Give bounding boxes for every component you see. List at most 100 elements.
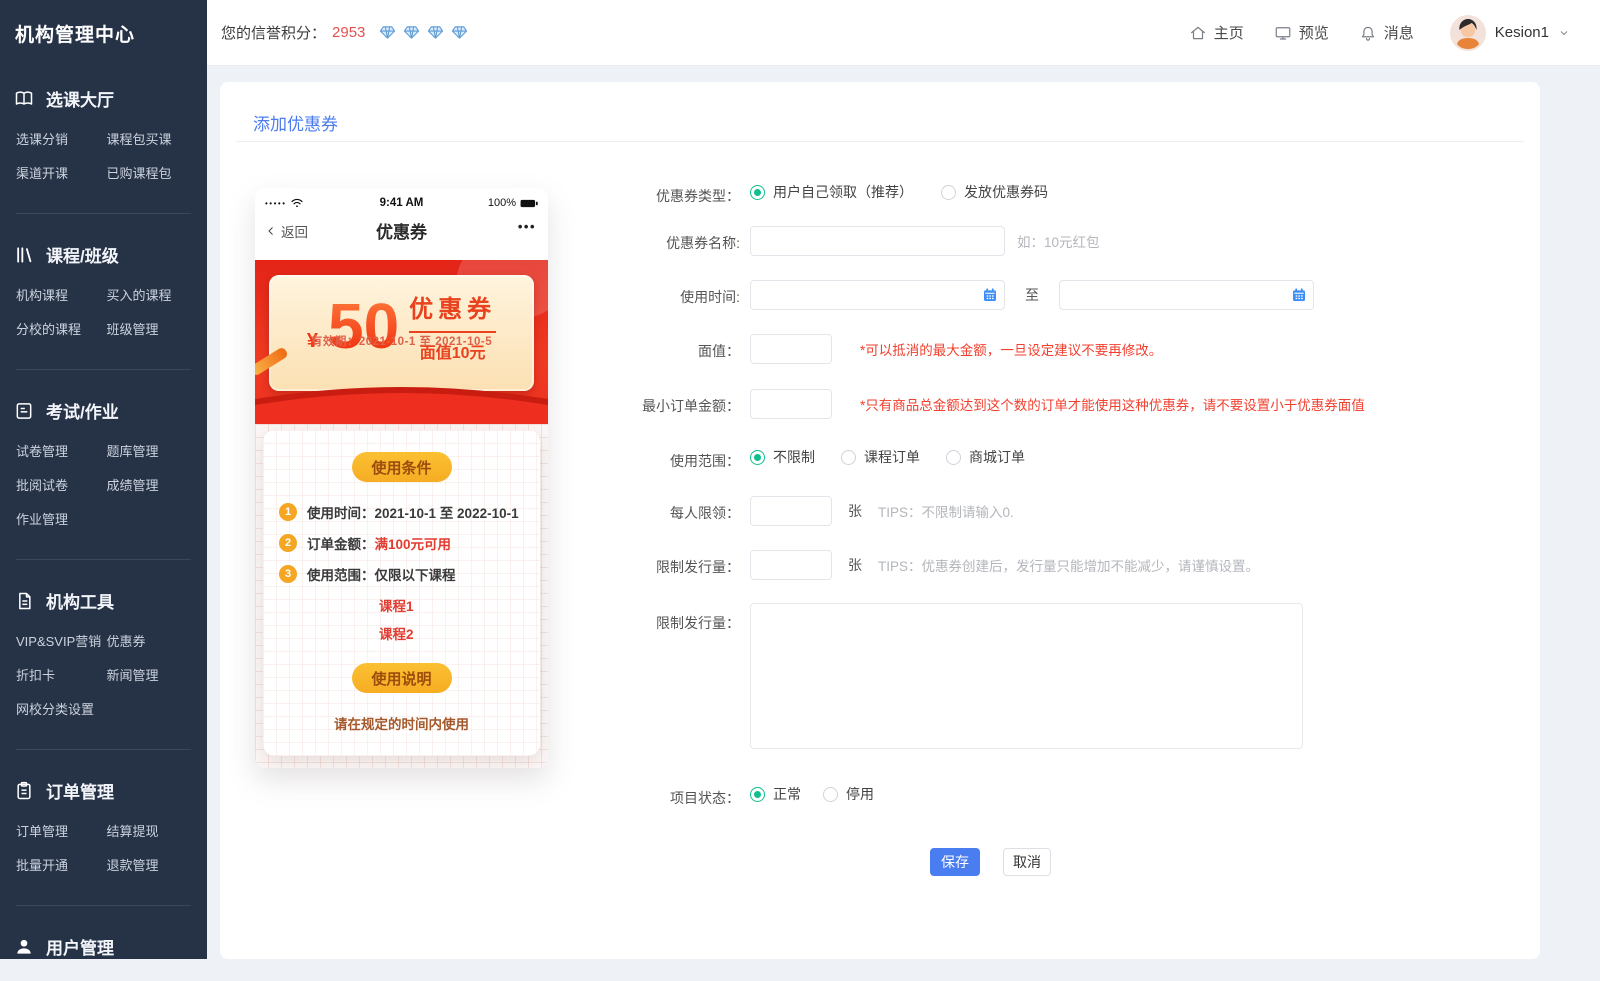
- radio-dot: [941, 185, 956, 200]
- user-menu[interactable]: Kesion1: [1450, 15, 1570, 51]
- conditions-pill: 使用条件: [352, 452, 452, 482]
- sidebar-section-title: 课程/班级: [46, 242, 119, 267]
- chevron-down-icon: [1558, 27, 1570, 39]
- radio-scope-mall[interactable]: 商城订单: [946, 447, 1025, 467]
- radio-status-normal[interactable]: 正常: [750, 784, 801, 804]
- condition-value: 满100元可用: [375, 537, 452, 552]
- condition-value: 仅限以下课程: [375, 568, 456, 583]
- sidebar-section-header: 考试/作业: [14, 398, 193, 423]
- sidebar-item[interactable]: 折扣卡: [16, 659, 103, 693]
- face-value-label: 面值：: [580, 341, 740, 361]
- sidebar-section-course-class: 课程/班级 机构课程 买入的课程 分校的课程 班级管理: [0, 222, 207, 361]
- radio-label: 正常: [773, 784, 801, 804]
- coupon-name-input[interactable]: [750, 226, 1005, 256]
- phone-content-area: 使用条件 1 使用时间：2021-10-1 至 2022-10-1 2 订单金额…: [255, 424, 548, 768]
- conditions-panel: 使用条件 1 使用时间：2021-10-1 至 2022-10-1 2 订单金额…: [263, 430, 540, 756]
- min-order-input[interactable]: [750, 389, 832, 419]
- sidebar-item[interactable]: 批阅试卷: [16, 469, 103, 503]
- coupon-validity: 有效期：2021-10-1 至 2021-10-5: [269, 333, 534, 349]
- sidebar-item[interactable]: 结算提现: [107, 815, 194, 849]
- issue-limit-label: 限制发行量：: [580, 557, 740, 577]
- start-date-field: [750, 280, 1005, 310]
- condition-number: 3: [279, 565, 297, 583]
- coupon-name-label: 优惠券名称:: [580, 233, 740, 253]
- monitor-icon: [1274, 24, 1292, 42]
- divider: [236, 141, 1524, 142]
- scope-radios: 不限制 课程订单 商城订单: [750, 447, 1025, 467]
- face-value-input[interactable]: [750, 334, 832, 364]
- sidebar-section-header: 选课大厅: [14, 86, 193, 111]
- issue-limit-unit: 张: [848, 555, 862, 575]
- sidebar-item[interactable]: 选课分销: [16, 123, 103, 157]
- radio-dot: [946, 450, 961, 465]
- credit-score: 您的信誉积分： 2953: [221, 22, 468, 43]
- radio-label: 发放优惠券码: [964, 182, 1048, 202]
- header-nav: 主页 预览 消息 Kesion1: [1189, 15, 1570, 51]
- sidebar-item[interactable]: 网校分类设置: [16, 693, 103, 727]
- save-button[interactable]: 保存: [930, 848, 980, 876]
- sidebar-item[interactable]: 新闻管理: [107, 659, 194, 693]
- calendar-icon[interactable]: [1291, 287, 1307, 303]
- condition-item: 2 订单金额：满100元可用: [279, 533, 540, 553]
- end-date-field: [1059, 280, 1314, 310]
- condition-label: 订单金额：: [307, 537, 375, 552]
- calendar-icon[interactable]: [982, 287, 998, 303]
- radio-label: 商城订单: [969, 447, 1025, 467]
- condition-value: 2021-10-1 至 2022-10-1: [375, 506, 519, 521]
- sidebar-item[interactable]: 优惠券: [107, 625, 194, 659]
- sidebar-item[interactable]: 成绩管理: [107, 469, 194, 503]
- sidebar-section-users: 用户管理 学员列表 学习情况 教师列表 用户组: [0, 914, 207, 959]
- sidebar-item[interactable]: 买入的课程: [107, 279, 194, 313]
- document-lines-icon: [14, 401, 34, 421]
- main-card: 添加优惠券 ••••• 9:41 AM 100% 返回 优惠: [220, 82, 1540, 959]
- sidebar-item[interactable]: 已购课程包: [107, 157, 194, 191]
- end-date-input[interactable]: [1059, 280, 1314, 310]
- sidebar-item[interactable]: 渠道开课: [16, 157, 103, 191]
- per-person-input[interactable]: [750, 496, 832, 526]
- sidebar-item[interactable]: 订单管理: [16, 815, 103, 849]
- sidebar-item[interactable]: 课程包买课: [107, 123, 194, 157]
- sidebar-item[interactable]: 班级管理: [107, 313, 194, 347]
- start-date-input[interactable]: [750, 280, 1005, 310]
- radio-user-claim[interactable]: 用户自己领取（推荐）: [750, 182, 913, 202]
- condition-item: 3 使用范围：仅限以下课程: [279, 564, 540, 584]
- sidebar-item[interactable]: 题库管理: [107, 435, 194, 469]
- sidebar-item[interactable]: 批量开通: [16, 849, 103, 883]
- sidebar-item[interactable]: 分校的课程: [16, 313, 103, 347]
- description-textarea[interactable]: [750, 603, 1303, 749]
- nav-home[interactable]: 主页: [1189, 22, 1244, 43]
- nav-preview[interactable]: 预览: [1274, 22, 1329, 43]
- diamond-icon: [379, 24, 396, 41]
- diamond-icon: [451, 24, 468, 41]
- course-item: 课程2: [379, 623, 540, 643]
- issue-limit-input[interactable]: [750, 550, 832, 580]
- cancel-button[interactable]: 取消: [1003, 848, 1051, 876]
- book-open-icon: [14, 89, 34, 109]
- nav-messages[interactable]: 消息: [1359, 22, 1414, 43]
- radio-issue-code[interactable]: 发放优惠券码: [941, 182, 1048, 202]
- page-title: 添加优惠券: [253, 110, 338, 135]
- sidebar-section-orders: 订单管理 订单管理 结算提现 批量开通 退款管理: [0, 758, 207, 897]
- per-person-unit: 张: [848, 501, 862, 521]
- course-item: 课程1: [379, 595, 540, 615]
- sidebar-item[interactable]: 作业管理: [16, 503, 103, 537]
- radio-dot: [841, 450, 856, 465]
- sidebar-section-header: 机构工具: [14, 588, 193, 613]
- user-icon: [14, 937, 34, 957]
- radio-status-disabled[interactable]: 停用: [823, 784, 874, 804]
- sidebar-item[interactable]: 试卷管理: [16, 435, 103, 469]
- nav-label: 主页: [1214, 22, 1244, 43]
- radio-scope-course[interactable]: 课程订单: [841, 447, 920, 467]
- radio-scope-unlimited[interactable]: 不限制: [750, 447, 815, 467]
- credit-gems: [379, 24, 468, 41]
- phone-page-title: 优惠券: [255, 218, 548, 243]
- nav-label: 预览: [1299, 22, 1329, 43]
- divider: [16, 369, 191, 370]
- sidebar-item[interactable]: VIP&SVIP营销: [16, 625, 103, 659]
- diamond-icon: [403, 24, 420, 41]
- sidebar-item[interactable]: 退款管理: [107, 849, 194, 883]
- condition-label: 使用时间：: [307, 506, 375, 521]
- sidebar-item[interactable]: 机构课程: [16, 279, 103, 313]
- diamond-icon: [427, 24, 444, 41]
- credit-value: 2953: [332, 24, 365, 41]
